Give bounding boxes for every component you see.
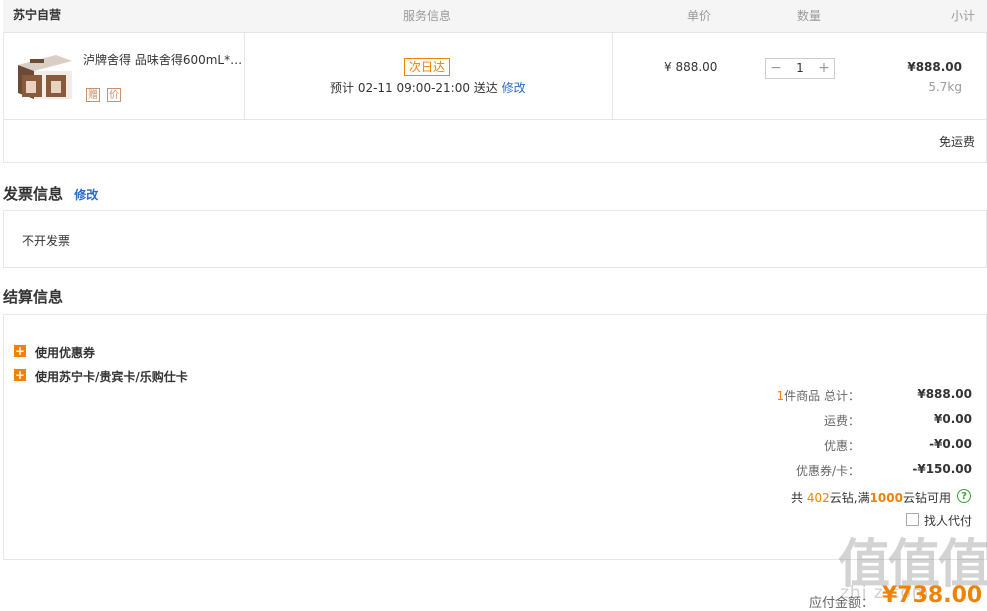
quantity-plus-button[interactable]: + [814, 59, 834, 78]
quantity-stepper: − 1 + [765, 58, 835, 79]
yunzuan-pre: 共 [791, 491, 804, 505]
help-icon[interactable]: ? [957, 489, 971, 503]
total-label-text: 件商品 总计： [784, 389, 860, 403]
yunzuan-threshold: 1000 [869, 491, 903, 505]
expand-plus-icon[interactable]: + [14, 345, 26, 357]
product-name-link[interactable]: 泸牌舍得 品味舍得600mL*2... [83, 51, 248, 68]
header-quantity: 数量 [797, 9, 822, 23]
delivery-eta-text: 预计 02-11 09:00-21:00 送达 [330, 81, 498, 95]
invoice-edit-link[interactable]: 修改 [74, 188, 98, 202]
header-unit-price: 单价 [687, 9, 712, 23]
item-weight: 5.7kg [928, 80, 962, 94]
store-name: 苏宁自营 [13, 8, 62, 22]
header-service: 服务信息 [403, 9, 452, 23]
payable-label: 应付金额： [809, 596, 875, 611]
gift-tag-icon: 赠 [86, 88, 100, 102]
settlement-section-title: 结算信息 [3, 288, 64, 306]
use-card-option[interactable]: 使用苏宁卡/贵宾卡/乐购仕卡 [35, 368, 188, 385]
column-divider [244, 33, 245, 120]
delivery-eta: 预计 02-11 09:00-21:00 送达 修改 [330, 79, 526, 96]
free-shipping-note: 免运费 [938, 135, 975, 149]
invoice-box [3, 210, 987, 268]
payable-amount: ¥738.00 [882, 583, 983, 608]
expand-plus-icon[interactable]: + [14, 369, 26, 381]
freight-value: ¥0.00 [934, 412, 972, 426]
quantity-minus-button[interactable]: − [766, 59, 786, 78]
unit-price: ¥ 888.00 [664, 60, 718, 74]
invoice-section-title: 发票信息 修改 [3, 183, 98, 204]
header-subtotal: 小计 [951, 9, 976, 23]
yunzuan-count: 402 [806, 491, 830, 505]
order-item-row [3, 33, 987, 120]
coupon-label: 优惠券/卡： [795, 464, 860, 478]
delivery-edit-link[interactable]: 修改 [502, 81, 526, 95]
total-label: 1件商品 总计： [777, 387, 860, 404]
product-thumbnail[interactable] [14, 51, 74, 103]
yunzuan-mid: 云钻,满 [829, 491, 870, 505]
discount-value: -¥0.00 [929, 437, 972, 451]
total-value: ¥888.00 [917, 387, 972, 401]
price-tag-icon: 价 [107, 88, 121, 102]
coupon-value: -¥150.00 [912, 462, 972, 476]
quantity-input[interactable]: 1 [786, 59, 814, 78]
yunzuan-post: 云钻可用 [902, 491, 951, 505]
invoice-value: 不开发票 [22, 234, 71, 248]
yunzuan-info: 共 402云钻,满1000云钻可用 [791, 489, 951, 506]
order-table-header [3, 0, 987, 33]
discount-label: 优惠： [823, 439, 860, 453]
column-divider [612, 33, 613, 120]
use-coupon-option[interactable]: 使用优惠券 [35, 344, 95, 361]
invoice-title: 发票信息 [3, 185, 64, 203]
item-subtotal: ¥888.00 [907, 60, 962, 74]
next-day-delivery-badge: 次日达 [404, 58, 451, 76]
freight-label: 运费： [823, 414, 860, 428]
